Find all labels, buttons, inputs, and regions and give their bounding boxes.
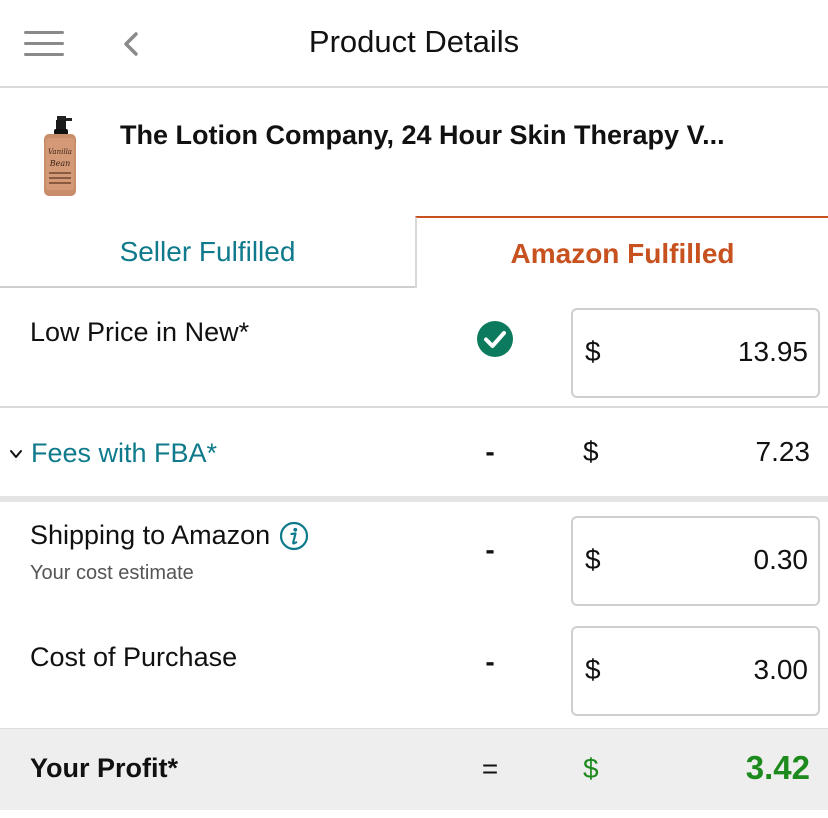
product-image-label-line2: Bean <box>49 159 71 168</box>
shipping-label: Shipping to Amazon <box>30 520 271 550</box>
shipping-operator: - <box>485 534 495 565</box>
chevron-down-icon <box>8 446 24 462</box>
shipping-label-group: Shipping to Amazon <box>30 520 309 551</box>
cost-currency: $ <box>585 654 601 685</box>
tab-seller-fulfilled[interactable]: Seller Fulfilled <box>0 216 415 288</box>
profit-value: 3.42 <box>745 749 810 786</box>
fulfillment-tabs: Seller Fulfilled Amazon Fulfilled <box>0 216 828 288</box>
shipping-value: 0.30 <box>753 544 809 575</box>
fees-label: Fees with FBA* <box>31 438 218 468</box>
profit-operator: = <box>481 753 499 784</box>
fees-row: Fees with FBA* - $ 7.23 <box>0 410 828 502</box>
cost-of-purchase-row: Cost of Purchase - $ 3.00 <box>0 620 828 728</box>
cost-value: 3.00 <box>753 654 809 685</box>
fees-value: 7.23 <box>755 436 811 467</box>
product-summary: Vanilla Bean The Lotion Company, 24 Hour… <box>0 90 828 216</box>
low-price-row: Low Price in New* $ 13.95 <box>0 290 828 408</box>
low-price-label: Low Price in New* <box>30 317 250 347</box>
low-price-input[interactable]: $ 13.95 <box>571 308 820 398</box>
header-bar: Product Details <box>0 0 828 88</box>
info-icon[interactable] <box>279 521 309 551</box>
page-title: Product Details <box>308 24 520 59</box>
profit-currency: $ <box>583 753 599 784</box>
low-price-value: 13.95 <box>737 336 808 367</box>
cost-label: Cost of Purchase <box>30 642 238 672</box>
cost-input[interactable]: $ 3.00 <box>571 626 820 716</box>
cost-operator: - <box>485 646 495 677</box>
product-image-label-line1: Vanilla <box>48 148 72 156</box>
shipping-currency: $ <box>585 544 601 575</box>
product-image: Vanilla Bean <box>40 116 80 198</box>
low-price-currency: $ <box>585 336 601 367</box>
fees-operator: - <box>485 436 495 467</box>
fees-currency: $ <box>583 436 599 467</box>
product-title[interactable]: The Lotion Company, 24 Hour Skin Therapy… <box>120 120 800 151</box>
profit-label: Your Profit* <box>30 753 178 783</box>
profit-row: Your Profit* = $ 3.42 <box>0 728 828 810</box>
shipping-sublabel: Your cost estimate <box>30 562 194 584</box>
tab-amazon-fulfilled[interactable]: Amazon Fulfilled <box>415 216 828 288</box>
shipping-row: Shipping to Amazon Your cost estimate - … <box>0 504 828 620</box>
fees-toggle[interactable]: Fees with FBA* <box>8 438 217 469</box>
check-circle-icon <box>476 320 514 358</box>
shipping-input[interactable]: $ 0.30 <box>571 516 820 606</box>
